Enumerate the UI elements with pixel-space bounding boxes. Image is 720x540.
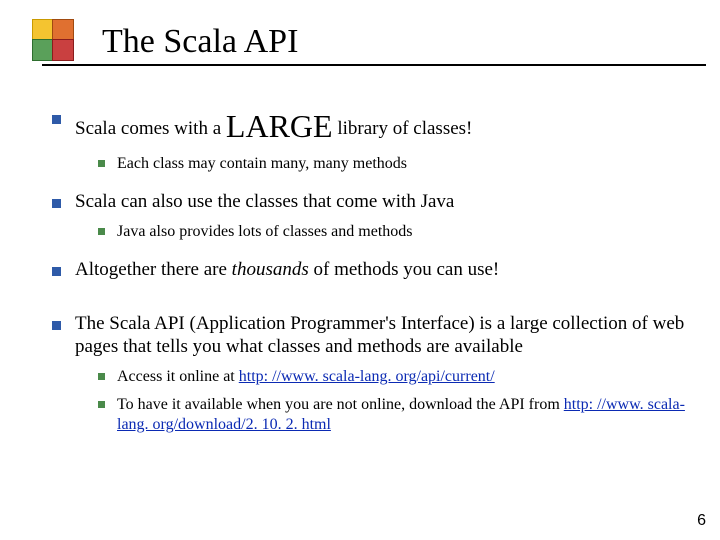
- emphasis: thousands: [232, 259, 309, 280]
- list-item: Java also provides lots of classes and m…: [98, 222, 690, 242]
- slide: The Scala API Scala comes with a LARGE l…: [0, 0, 720, 540]
- bullet-icon: [52, 199, 61, 208]
- bullet-icon: [98, 401, 105, 408]
- text-fragment: of methods you can use!: [309, 259, 499, 280]
- bullet-text: Scala can also use the classes that come…: [75, 190, 690, 214]
- bullet-icon: [98, 160, 105, 167]
- text-fragment: To have it available when you are not on…: [117, 396, 564, 413]
- text-fragment: library of classes!: [333, 118, 473, 139]
- list-item: To have it available when you are not on…: [98, 395, 690, 435]
- list-item: Access it online at http: //www. scala-l…: [98, 367, 690, 387]
- bullet-text: Access it online at http: //www. scala-l…: [117, 367, 690, 387]
- bullet-icon: [98, 228, 105, 235]
- list-item: Scala can also use the classes that come…: [52, 190, 690, 214]
- large-word: LARGE: [226, 108, 333, 144]
- content-area: Scala comes with a LARGE library of clas…: [52, 90, 690, 439]
- page-number: 6: [697, 512, 706, 530]
- squares-icon: [32, 19, 78, 65]
- bullet-icon: [52, 115, 61, 124]
- link-api-current[interactable]: http: //www. scala-lang. org/api/current…: [239, 368, 495, 385]
- list-item: Altogether there are thousands of method…: [52, 258, 690, 282]
- list-item: Each class may contain many, many method…: [98, 154, 690, 174]
- text-fragment: Altogether there are: [75, 259, 232, 280]
- bullet-text: The Scala API (Application Programmer's …: [75, 312, 690, 360]
- text-fragment: Scala comes with a: [75, 118, 226, 139]
- list-item: Scala comes with a LARGE library of clas…: [52, 106, 690, 146]
- bullet-icon: [52, 267, 61, 276]
- bullet-text: Java also provides lots of classes and m…: [117, 222, 690, 242]
- slide-title: The Scala API: [102, 23, 298, 61]
- text-fragment: Access it online at: [117, 368, 239, 385]
- title-row: The Scala API: [32, 12, 700, 72]
- bullet-text: Each class may contain many, many method…: [117, 154, 690, 174]
- title-underline: [42, 64, 706, 66]
- bullet-text: To have it available when you are not on…: [117, 395, 690, 435]
- bullet-text: Scala comes with a LARGE library of clas…: [75, 106, 690, 146]
- list-item: The Scala API (Application Programmer's …: [52, 312, 690, 360]
- bullet-text: Altogether there are thousands of method…: [75, 258, 690, 282]
- bullet-icon: [52, 321, 61, 330]
- bullet-icon: [98, 373, 105, 380]
